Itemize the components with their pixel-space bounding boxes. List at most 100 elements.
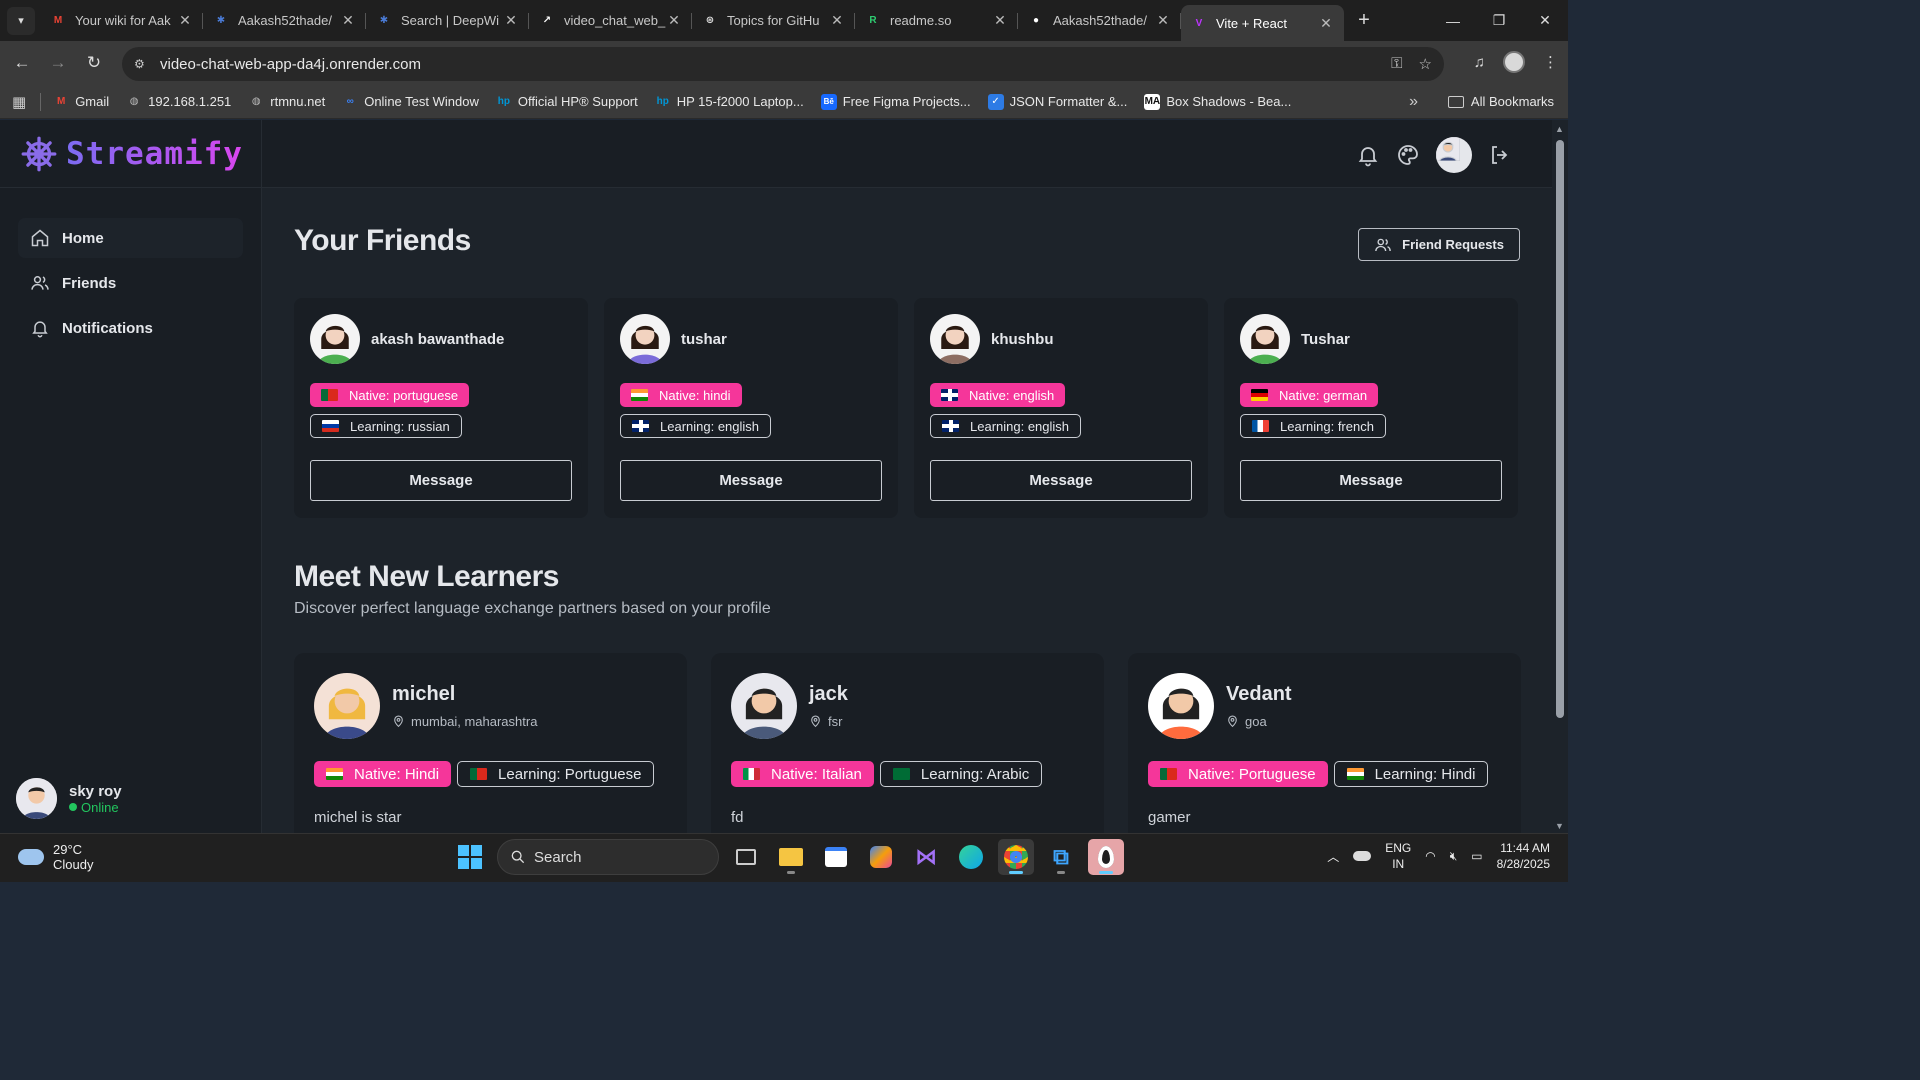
profile-avatar[interactable] — [1436, 137, 1472, 173]
browser-tab[interactable]: V Vite + React ✕ — [1181, 5, 1344, 41]
password-key-icon[interactable]: ⚿ — [1391, 55, 1402, 73]
friend-requests-button[interactable]: Friend Requests — [1358, 228, 1520, 261]
close-tab-icon[interactable]: ✕ — [1155, 12, 1171, 29]
bookmark-item[interactable]: MA Box Shadows - Bea... — [1144, 93, 1291, 110]
bookmark-list: M Gmail ◍ 192.168.1.251 ◍ rtmnu.net ∞ Online Te… — [53, 93, 1308, 110]
message-button[interactable]: Message — [930, 460, 1192, 501]
chevron-up-icon[interactable]: ︿ — [1327, 848, 1339, 865]
bookmark-item[interactable]: ◍ rtmnu.net — [248, 94, 325, 110]
onedrive-cloud-icon[interactable] — [1353, 851, 1372, 861]
file-explorer-button[interactable] — [773, 839, 809, 875]
new-tab-button[interactable]: + — [1350, 9, 1378, 32]
avatar — [310, 314, 360, 364]
chrome-button[interactable] — [998, 839, 1034, 875]
message-button[interactable]: Message — [310, 460, 572, 501]
logout-icon[interactable] — [1488, 143, 1512, 167]
location-label: fsr — [828, 714, 843, 729]
sidebar-item-notifications[interactable]: Notifications — [18, 308, 243, 348]
browser-tab[interactable]: ● Aakash52thade/ ✕ — [1018, 0, 1181, 41]
input-language[interactable]: ENG IN — [1385, 840, 1411, 872]
learner-bio: gamer — [1148, 809, 1191, 826]
avatar — [930, 314, 980, 364]
close-tab-icon[interactable]: ✕ — [992, 12, 1008, 29]
friend-card-list: akash bawanthade Native: portuguese Learni… — [294, 298, 1518, 518]
browser-tab[interactable]: ✱ Aakash52thade/ ✕ — [203, 0, 366, 41]
vscode-button[interactable]: ⧉ — [1043, 839, 1079, 875]
bookmark-star-icon[interactable]: ☆ — [1419, 55, 1432, 73]
store-button[interactable] — [818, 839, 854, 875]
volume-muted-icon[interactable]: 🔇︎ — [1450, 849, 1458, 864]
copilot-button[interactable] — [863, 839, 899, 875]
apps-grid-icon[interactable]: ▦ — [12, 93, 26, 111]
minimize-button[interactable]: — — [1430, 0, 1476, 41]
bookmark-item[interactable]: Bē Free Figma Projects... — [820, 93, 971, 110]
github-icon: ● — [1032, 15, 1040, 26]
task-view-button[interactable] — [728, 839, 764, 875]
visual-studio-button[interactable]: ⋈ — [908, 839, 944, 875]
reload-button[interactable]: ↻ — [76, 53, 112, 73]
site-info-icon[interactable]: ⚙ — [134, 57, 154, 71]
more-menu-icon[interactable]: ⋮ — [1543, 53, 1558, 71]
close-tab-icon[interactable]: ✕ — [503, 12, 519, 29]
browser-tab[interactable]: ↗ video_chat_web_ ✕ — [529, 0, 692, 41]
learner-name: jack — [809, 683, 848, 705]
edge-button[interactable] — [953, 839, 989, 875]
media-control-icon[interactable]: ♫ — [1474, 54, 1485, 71]
bookmark-item[interactable]: ∞ Online Test Window — [342, 94, 479, 110]
close-window-button[interactable]: ✕ — [1522, 0, 1568, 41]
all-bookmarks-button[interactable]: All Bookmarks — [1447, 94, 1554, 109]
battery-icon[interactable]: ▭ — [1471, 849, 1482, 863]
close-tab-icon[interactable]: ✕ — [666, 12, 682, 29]
badge-label: Native: hindi — [659, 387, 731, 403]
close-tab-icon[interactable]: ✕ — [829, 12, 845, 29]
bookmark-item[interactable]: hp HP 15-f2000 Laptop... — [655, 94, 804, 110]
close-tab-icon[interactable]: ✕ — [340, 12, 356, 29]
profile-avatar[interactable] — [1503, 51, 1525, 73]
system-tray: ︿ ENG IN ◠ 🔇︎ ▭ 11:44 AM 8/28/2025 — [1327, 840, 1550, 872]
tab-title: Your wiki for Aak — [75, 13, 171, 28]
back-button[interactable]: ← — [4, 53, 40, 73]
bookmark-item[interactable]: M Gmail — [53, 94, 109, 110]
language-code: ENG — [1385, 841, 1412, 855]
sidebar-item-home[interactable]: Home — [18, 218, 243, 258]
portugal-flag-icon — [470, 768, 488, 780]
mongodb-compass-button[interactable] — [1088, 839, 1124, 875]
browser-tab[interactable]: ⊛ Topics for GitHu ✕ — [692, 0, 855, 41]
bookmark-label: Free Figma Projects... — [842, 94, 971, 109]
scrollbar-thumb[interactable] — [1556, 140, 1564, 718]
bookmark-item[interactable]: ◍ 192.168.1.251 — [126, 94, 232, 110]
browser-tab[interactable]: ✱ Search | DeepWi ✕ — [366, 0, 529, 41]
close-tab-icon[interactable]: ✕ — [177, 12, 193, 29]
close-tab-icon[interactable]: ✕ — [1318, 15, 1334, 32]
browser-tab[interactable]: M Your wiki for Aak ✕ — [40, 0, 203, 41]
italy-flag-icon — [743, 768, 760, 780]
native-language-badge: Native: english — [930, 383, 1066, 407]
palette-icon[interactable] — [1396, 143, 1420, 167]
weather-widget[interactable]: 29°C Cloudy — [18, 842, 93, 872]
badge-label: Native: Italian — [771, 765, 862, 783]
page-scrollbar[interactable]: ▲ ▼ — [1552, 120, 1568, 833]
clock[interactable]: 11:44 AM 8/28/2025 — [1497, 840, 1550, 872]
restore-button[interactable]: ❐ — [1476, 0, 1522, 41]
tab-search-menu-button[interactable]: ▾ — [7, 6, 35, 35]
message-button[interactable]: Message — [620, 460, 882, 501]
forward-button[interactable]: → — [40, 53, 76, 73]
message-button[interactable]: Message — [1240, 460, 1502, 501]
bookmarks-overflow-icon[interactable]: » — [1409, 93, 1418, 111]
start-button[interactable] — [452, 839, 488, 875]
current-user[interactable]: sky roy Online — [16, 778, 122, 819]
url-text[interactable]: video-chat-web-app-da4j.onrender.com — [160, 56, 421, 73]
sidebar-item-friends[interactable]: Friends — [18, 263, 243, 303]
scroll-down-arrow-icon[interactable]: ▼ — [1555, 821, 1564, 831]
wifi-icon[interactable]: ◠ — [1425, 849, 1435, 863]
brand[interactable]: Streamify — [0, 120, 261, 188]
notifications-bell-icon[interactable] — [1356, 143, 1380, 167]
taskbar-search[interactable]: Search — [497, 839, 719, 875]
uk-flag-icon — [942, 420, 959, 432]
bookmark-item[interactable]: ✓ JSON Formatter &... — [987, 93, 1127, 110]
location-label: goa — [1245, 714, 1267, 729]
browser-tab[interactable]: Rreadme.so ✕ — [855, 0, 1018, 41]
bookmark-item[interactable]: hp Official HP® Support — [496, 94, 638, 110]
scroll-up-arrow-icon[interactable]: ▲ — [1555, 124, 1564, 134]
url-omnibox[interactable]: ⚙ video-chat-web-app-da4j.onrender.com ⚿… — [122, 47, 1444, 81]
